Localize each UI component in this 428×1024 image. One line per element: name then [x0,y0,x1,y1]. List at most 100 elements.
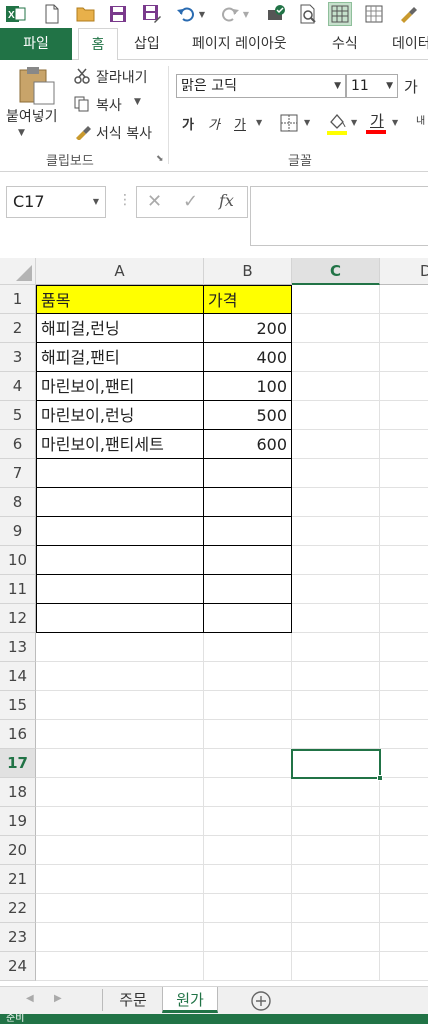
row-header-9[interactable]: 9 [0,517,36,546]
cell-d5[interactable] [380,401,428,430]
row-header-10[interactable]: 10 [0,546,36,575]
cell-a17[interactable] [36,749,204,778]
row-header-16[interactable]: 16 [0,720,36,749]
cell-c16[interactable] [292,720,380,749]
undo-icon[interactable] [174,2,198,26]
tab-data[interactable]: 데이터 [392,28,428,60]
cell-c22[interactable] [292,894,380,923]
cell-c5[interactable] [292,401,380,430]
touch-mode-icon[interactable] [264,2,288,26]
cell-d24[interactable] [380,952,428,981]
border-dropdown-icon[interactable]: ▼ [304,118,310,127]
underline-button[interactable]: 가 [234,114,246,133]
sheet-tab-order[interactable]: 주문 [106,987,160,1013]
cell-a12[interactable] [36,604,204,633]
redo-dropdown-icon[interactable]: ▼ [240,2,252,26]
add-sheet-icon[interactable] [250,990,272,1016]
row-header-13[interactable]: 13 [0,633,36,662]
cell-d15[interactable] [380,691,428,720]
cell-b6[interactable]: 600 [204,430,292,459]
row-header-20[interactable]: 20 [0,836,36,865]
cell-a18[interactable] [36,778,204,807]
cell-b2[interactable]: 200 [204,314,292,343]
cell-a2[interactable]: 해피걸,런닝 [36,314,204,343]
format-painter-button-label[interactable]: 서식 복사 [96,123,152,143]
paste-button-label[interactable]: 붙여넣기 [6,106,58,126]
cell-c24[interactable] [292,952,380,981]
open-folder-icon[interactable] [74,2,98,26]
cell-c6[interactable] [292,430,380,459]
cell-a13[interactable] [36,633,204,662]
row-header-5[interactable]: 5 [0,401,36,430]
row-header-3[interactable]: 3 [0,343,36,372]
cell-c9[interactable] [292,517,380,546]
cell-d17[interactable] [380,749,428,778]
cell-c19[interactable] [292,807,380,836]
cell-c18[interactable] [292,778,380,807]
save-as-icon[interactable] [140,2,164,26]
cell-d6[interactable] [380,430,428,459]
print-preview-icon[interactable] [296,2,320,26]
cell-c3[interactable] [292,343,380,372]
cell-d12[interactable] [380,604,428,633]
cell-d21[interactable] [380,865,428,894]
column-header-a[interactable]: A [36,258,204,285]
tab-file[interactable]: 파일 [0,28,72,60]
cell-b20[interactable] [204,836,292,865]
format-painter-icon[interactable] [74,124,92,144]
cell-b13[interactable] [204,633,292,662]
border-icon[interactable] [280,114,298,136]
cell-a14[interactable] [36,662,204,691]
row-header-11[interactable]: 11 [0,575,36,604]
cell-c21[interactable] [292,865,380,894]
insert-function-icon[interactable]: fx [219,191,234,210]
cell-c12[interactable] [292,604,380,633]
cell-d7[interactable] [380,459,428,488]
cell-c13[interactable] [292,633,380,662]
clipboard-launcher-icon[interactable]: ⬊ [156,154,164,164]
row-header-2[interactable]: 2 [0,314,36,343]
format-painter-qat-icon[interactable] [396,2,420,26]
cell-c4[interactable] [292,372,380,401]
cell-b16[interactable] [204,720,292,749]
cell-a1[interactable]: 품목 [36,285,204,314]
cell-a9[interactable] [36,517,204,546]
tab-insert[interactable]: 삽입 [134,28,160,60]
cell-b21[interactable] [204,865,292,894]
cell-b8[interactable] [204,488,292,517]
row-header-18[interactable]: 18 [0,778,36,807]
cell-b11[interactable] [204,575,292,604]
font-color-dropdown-icon[interactable]: ▼ [392,118,398,127]
cell-b1[interactable]: 가격 [204,285,292,314]
tab-page-layout[interactable]: 페이지 레이아웃 [192,28,287,60]
row-header-1[interactable]: 1 [0,285,36,314]
cell-a16[interactable] [36,720,204,749]
cell-b12[interactable] [204,604,292,633]
cell-c20[interactable] [292,836,380,865]
formula-input[interactable] [250,186,428,246]
row-header-12[interactable]: 12 [0,604,36,633]
cell-a4[interactable]: 마린보이,팬티 [36,372,204,401]
column-header-b[interactable]: B [204,258,292,285]
cell-c2[interactable] [292,314,380,343]
cell-b9[interactable] [204,517,292,546]
cell-b3[interactable]: 400 [204,343,292,372]
cell-b23[interactable] [204,923,292,952]
font-color-button[interactable]: 가 [366,110,388,136]
cell-d20[interactable] [380,836,428,865]
cell-a5[interactable]: 마린보이,런닝 [36,401,204,430]
grid-lines-icon[interactable] [362,2,386,26]
cell-d14[interactable] [380,662,428,691]
row-header-4[interactable]: 4 [0,372,36,401]
column-header-c[interactable]: C [292,258,380,285]
cell-d16[interactable] [380,720,428,749]
borders-icon[interactable] [328,2,352,26]
worksheet-grid[interactable]: A B C D 1 2 3 4 5 6 7 8 9 10 11 12 13 14 15 16 17 18 19 20 2… [0,258,428,986]
wrap-text-button[interactable]: 내 [416,112,425,127]
cell-a20[interactable] [36,836,204,865]
cell-a7[interactable] [36,459,204,488]
excel-logo-icon[interactable]: X [4,2,28,26]
cell-b7[interactable] [204,459,292,488]
fill-color-dropdown-icon[interactable]: ▼ [351,118,357,127]
redo-icon[interactable] [218,2,242,26]
